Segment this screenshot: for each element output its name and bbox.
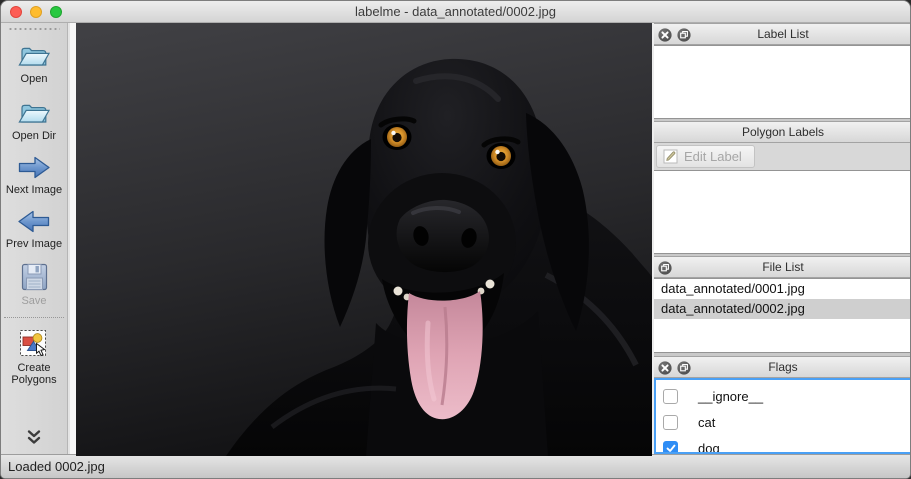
panel-file-list: File List data_annotated/0001.jpgdata_an… [654, 256, 911, 353]
toolbar-button-label: Prev Image [6, 238, 62, 250]
flag-item: cat [656, 409, 910, 435]
arrow-left-icon [16, 208, 52, 235]
file-list[interactable]: data_annotated/0001.jpgdata_annotated/00… [654, 278, 911, 353]
toolbar-button-open-dir[interactable]: Open Dir [1, 91, 67, 148]
toolbar-button-label: Save [21, 295, 46, 307]
flag-item: dog [656, 435, 910, 454]
checkbox-unchecked-icon[interactable] [663, 415, 678, 430]
arrow-right-icon [16, 154, 52, 181]
status-message: Loaded 0002.jpg [1, 459, 105, 474]
toolbar-overflow-button[interactable] [25, 429, 43, 446]
dog-left-eye [383, 124, 412, 150]
dog-right-eye [487, 143, 516, 169]
toolbar-separator [4, 317, 64, 318]
file-list-title: File List [654, 257, 911, 279]
folder-icon [16, 40, 52, 70]
toolbar-button-create-polygons[interactable]: Create Polygons [1, 323, 67, 392]
toolbar-button-open[interactable]: Open [1, 34, 67, 91]
file-list-item[interactable]: data_annotated/0001.jpg [654, 279, 911, 299]
edit-label-text: Edit Label [684, 149, 742, 164]
toolbar-drag-handle[interactable] [8, 27, 60, 31]
float-panel-icon[interactable] [677, 28, 691, 42]
flag-item: __ignore__ [656, 383, 910, 409]
float-panel-icon[interactable] [677, 361, 691, 375]
folder-icon [16, 97, 52, 127]
flag-label: __ignore__ [698, 389, 763, 404]
edit-label-button[interactable]: Edit Label [656, 145, 755, 168]
title-bar[interactable]: labelme - data_annotated/0002.jpg [1, 1, 910, 23]
float-panel-icon[interactable] [658, 261, 672, 275]
close-panel-icon[interactable] [658, 28, 672, 42]
file-list-item[interactable]: data_annotated/0002.jpg [654, 299, 911, 319]
window-title: labelme - data_annotated/0002.jpg [1, 1, 910, 23]
panel-polygon-labels: Polygon Labels Edit Label [654, 121, 911, 254]
label-list-title: Label List [654, 24, 911, 46]
checkbox-checked-icon[interactable] [663, 441, 678, 455]
toolbar-button-label: Open [21, 73, 48, 85]
panel-flags: Flags __ignore__cat dog [654, 356, 911, 454]
flag-label: cat [698, 415, 715, 430]
flag-label: dog [698, 441, 720, 455]
save-icon [19, 262, 50, 292]
dog-photo [76, 23, 652, 456]
polygon-labels-list[interactable] [654, 170, 911, 254]
labelme-window: labelme - data_annotated/0002.jpg OpenOp… [0, 0, 911, 479]
checkbox-unchecked-icon[interactable] [663, 389, 678, 404]
label-list[interactable] [654, 45, 911, 119]
label-list-header[interactable]: Label List [654, 23, 911, 45]
polygon-labels-toolbar: Edit Label [654, 143, 911, 170]
image-canvas[interactable] [76, 23, 652, 456]
toolbar-button-label: Open Dir [12, 130, 56, 142]
toolbar-button-label: Next Image [6, 184, 62, 196]
pencil-icon [663, 149, 678, 164]
status-bar: Loaded 0002.jpg [1, 454, 910, 478]
toolbar: Open Open Dir Next Image Prev Image Save Crea… [1, 23, 68, 454]
toolbar-button-prev-image[interactable]: Prev Image [1, 202, 67, 256]
panel-label-list: Label List [654, 23, 911, 119]
toolbar-button-save[interactable]: Save [1, 256, 67, 313]
toolbar-button-next-image[interactable]: Next Image [1, 148, 67, 202]
chevron-down-icon [25, 433, 43, 450]
flags-title: Flags [654, 357, 911, 379]
polygon-labels-header[interactable]: Polygon Labels [654, 121, 911, 143]
create-polygons-icon [19, 329, 49, 359]
polygon-labels-title: Polygon Labels [654, 122, 911, 144]
toolbar-canvas-splitter[interactable] [68, 23, 76, 454]
flags-list[interactable]: __ignore__cat dog [654, 378, 911, 454]
file-list-header[interactable]: File List [654, 256, 911, 278]
close-panel-icon[interactable] [658, 361, 672, 375]
toolbar-button-label: Create Polygons [2, 362, 66, 386]
flags-header[interactable]: Flags [654, 356, 911, 378]
dock-area: Label List Polygon Labels Edit Label [654, 23, 911, 454]
